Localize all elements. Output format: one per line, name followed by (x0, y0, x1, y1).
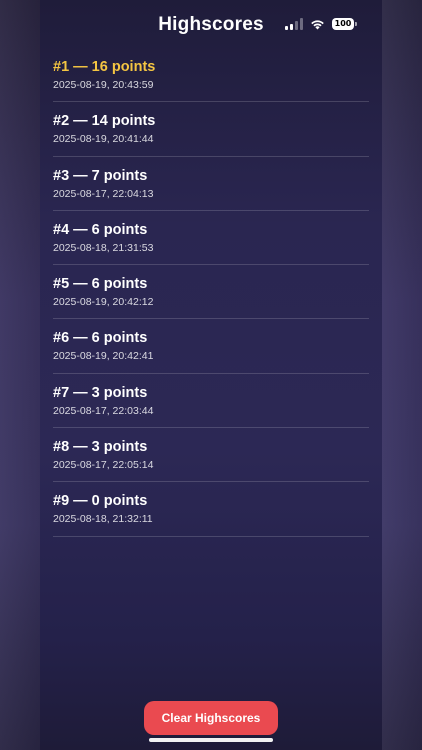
highscore-timestamp: 2025-08-18, 21:32:11 (53, 513, 153, 526)
highscore-timestamp: 2025-08-19, 20:43:59 (53, 79, 154, 91)
background-panel-left (0, 0, 40, 750)
highscore-row: #8 — 3 points 2025-08-17, 22:05:14 (53, 428, 369, 483)
highscore-rank-points: #5 — 6 points (53, 276, 148, 293)
highscore-timestamp: 2025-08-18, 21:31:53 (53, 241, 154, 254)
highscore-row: #5 — 6 points 2025-08-19, 20:42:12 (53, 265, 369, 320)
highscore-row: #9 — 0 points 2025-08-18, 21:32:11 (53, 482, 369, 537)
highscore-rank-points: #9 — 0 points (53, 493, 148, 510)
highscore-rank-points: #2 — 14 points (53, 113, 156, 130)
clear-highscores-button[interactable]: Clear Highscores (144, 701, 278, 735)
highscore-row: #1 — 16 points 2025-08-19, 20:43:59 (53, 48, 369, 103)
highscore-row: #6 — 6 points 2025-08-19, 20:42:41 (53, 319, 369, 374)
highscore-row: #2 — 14 points 2025-08-19, 20:41:44 (53, 102, 369, 157)
highscore-timestamp: 2025-08-19, 20:42:12 (53, 296, 154, 309)
highscore-timestamp: 2025-08-17, 22:04:13 (53, 187, 154, 200)
highscore-rank-points: #4 — 6 points (53, 221, 148, 238)
highscore-rank-points: #8 — 3 points (53, 439, 148, 456)
highscore-timestamp: 2025-08-19, 20:41:44 (53, 133, 154, 146)
highscore-rank-points: #1 — 16 points (53, 59, 156, 75)
highscore-timestamp: 2025-08-17, 22:05:14 (53, 459, 154, 472)
highscore-row: #3 — 7 points 2025-08-17, 22:04:13 (53, 157, 369, 211)
app-screen: Highscores 100 #1 — 16 points 2025-08-19,… (0, 0, 422, 750)
page-title: Highscores (158, 14, 264, 35)
home-indicator (149, 738, 273, 742)
battery-icon: 100 (332, 18, 357, 30)
status-bar: 100 (285, 14, 357, 34)
highscore-list: #1 — 16 points 2025-08-19, 20:43:59 #2 — 1… (53, 48, 369, 537)
highscore-rank-points: #3 — 7 points (53, 167, 148, 184)
highscore-rank-points: #7 — 3 points (53, 384, 148, 401)
highscore-row: #4 — 6 points 2025-08-18, 21:31:53 (53, 211, 369, 266)
highscore-rank-points: #6 — 6 points (53, 330, 148, 347)
wifi-icon (311, 20, 324, 30)
background-panel-right (382, 0, 422, 750)
highscore-timestamp: 2025-08-19, 20:42:41 (53, 350, 154, 363)
highscore-timestamp: 2025-08-17, 22:03:44 (53, 404, 154, 417)
highscore-row: #7 — 3 points 2025-08-17, 22:03:44 (53, 374, 369, 429)
cellular-signal-icon (285, 18, 303, 30)
